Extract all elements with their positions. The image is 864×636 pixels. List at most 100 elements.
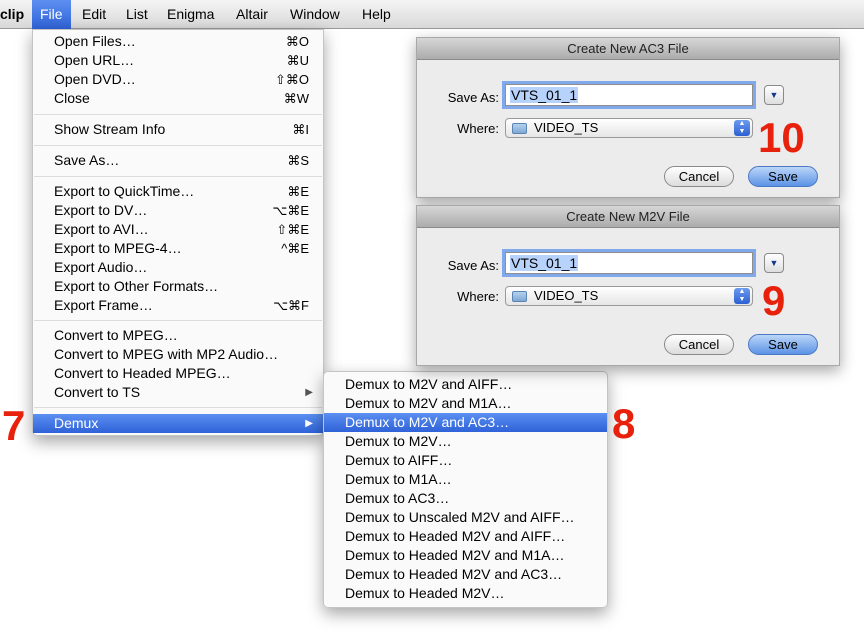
menu-item-label: Demux to M2V and AC3…	[345, 414, 510, 430]
menu-item-label: Demux to M2V and M1A…	[345, 395, 512, 411]
popup-arrows-icon: ▲ ▼	[734, 120, 750, 136]
menu-window[interactable]: Window	[282, 0, 348, 29]
popup-arrows-icon: ▲ ▼	[734, 288, 750, 304]
shortcut-label: ⌘S	[287, 153, 309, 168]
save-as-label: Save As:	[447, 258, 499, 273]
menu-item-export-frame[interactable]: Export Frame… ⌥⌘F	[33, 296, 323, 315]
menu-item-convert-mpeg[interactable]: Convert to MPEG…	[33, 326, 323, 345]
expand-disclosure-button[interactable]: ▼	[764, 85, 784, 105]
menu-item-label: Demux to M2V…	[345, 433, 452, 449]
where-label: Where:	[457, 121, 499, 136]
submenu-item-headed-m2v[interactable]: Demux to Headed M2V…	[324, 584, 607, 603]
shortcut-label: ⌘W	[283, 91, 309, 106]
menu-item-label: Open URL…	[54, 52, 135, 68]
save-as-field[interactable]: VTS_01_1	[505, 84, 753, 106]
submenu-item-m2v-m1a[interactable]: Demux to M2V and M1A…	[324, 394, 607, 413]
menu-item-label: Convert to Headed MPEG…	[54, 365, 231, 381]
submenu-item-headed-m2v-m1a[interactable]: Demux to Headed M2V and M1A…	[324, 546, 607, 565]
menu-item-label: Convert to MPEG…	[54, 327, 178, 343]
menu-item-open-url[interactable]: Open URL… ⌘U	[33, 51, 323, 70]
menu-item-open-dvd[interactable]: Open DVD… ⇧⌘O	[33, 70, 323, 89]
save-as-value: VTS_01_1	[510, 87, 579, 103]
submenu-item-headed-m2v-aiff[interactable]: Demux to Headed M2V and AIFF…	[324, 527, 607, 546]
dialog-title: Create New M2V File	[417, 206, 839, 228]
menu-item-label: Demux to M1A…	[345, 471, 452, 487]
shortcut-label: ^⌘E	[281, 241, 309, 256]
shortcut-label: ⇧⌘O	[274, 72, 309, 87]
demux-submenu: Demux to M2V and AIFF… Demux to M2V and …	[323, 371, 608, 608]
where-popup[interactable]: VIDEO_TS ▲ ▼	[505, 118, 753, 138]
shortcut-label: ⌘E	[287, 184, 309, 199]
menu-item-label: Open Files…	[54, 33, 136, 49]
menu-item-export-dv[interactable]: Export to DV… ⌥⌘E	[33, 201, 323, 220]
submenu-item-ac3[interactable]: Demux to AC3…	[324, 489, 607, 508]
menu-item-export-other[interactable]: Export to Other Formats…	[33, 277, 323, 296]
menu-item-label: Export to AVI…	[54, 221, 149, 237]
menu-item-label: Convert to MPEG with MP2 Audio…	[54, 346, 279, 362]
step-number-10: 10	[758, 114, 805, 161]
expand-disclosure-button[interactable]: ▼	[764, 253, 784, 273]
menu-altair[interactable]: Altair	[228, 0, 276, 29]
submenu-item-m2v-aiff[interactable]: Demux to M2V and AIFF…	[324, 375, 607, 394]
step-number-7: 7	[2, 402, 26, 449]
submenu-item-headed-m2v-ac3[interactable]: Demux to Headed M2V and AC3…	[324, 565, 607, 584]
cancel-button[interactable]: Cancel	[664, 334, 734, 355]
submenu-item-m2v-ac3[interactable]: Demux to M2V and AC3…	[324, 413, 607, 432]
submenu-arrow-icon: ▶	[305, 387, 313, 398]
save-as-label: Save As:	[447, 90, 499, 105]
shortcut-label: ⌥⌘F	[273, 298, 309, 313]
menu-item-close[interactable]: Close ⌘W	[33, 89, 323, 108]
submenu-item-unscaled-m2v-aiff[interactable]: Demux to Unscaled M2V and AIFF…	[324, 508, 607, 527]
menu-enigma[interactable]: Enigma	[159, 0, 222, 29]
file-menu: Open Files… ⌘O Open URL… ⌘U Open DVD… ⇧⌘O C…	[32, 29, 324, 436]
dialog-title: Create New AC3 File	[417, 38, 839, 60]
menu-item-demux[interactable]: Demux ▶	[33, 414, 323, 433]
menu-separator	[34, 145, 322, 146]
save-as-field[interactable]: VTS_01_1	[505, 252, 753, 274]
where-popup[interactable]: VIDEO_TS ▲ ▼	[505, 286, 753, 306]
where-value: VIDEO_TS	[534, 120, 599, 135]
shortcut-label: ⇧⌘E	[276, 222, 309, 237]
menu-item-label: Export Audio…	[54, 259, 148, 275]
menu-item-label: Demux to Headed M2V…	[345, 585, 505, 601]
menu-item-save-as[interactable]: Save As… ⌘S	[33, 151, 323, 170]
cancel-button[interactable]: Cancel	[664, 166, 734, 187]
menu-item-export-quicktime[interactable]: Export to QuickTime… ⌘E	[33, 182, 323, 201]
menu-item-export-audio[interactable]: Export Audio…	[33, 258, 323, 277]
menu-item-export-mpeg4[interactable]: Export to MPEG-4… ^⌘E	[33, 239, 323, 258]
menu-bar: clip File Edit List Enigma Altair Window…	[0, 0, 864, 29]
menu-item-convert-headed-mpeg[interactable]: Convert to Headed MPEG…	[33, 364, 323, 383]
menu-item-convert-mpeg-mp2[interactable]: Convert to MPEG with MP2 Audio…	[33, 345, 323, 364]
shortcut-label: ⌥⌘E	[272, 203, 309, 218]
menu-item-label: Demux to AIFF…	[345, 452, 453, 468]
menu-item-open-files[interactable]: Open Files… ⌘O	[33, 32, 323, 51]
save-button[interactable]: Save	[748, 334, 818, 355]
where-label: Where:	[457, 289, 499, 304]
menu-item-convert-ts[interactable]: Convert to TS ▶	[33, 383, 323, 402]
menu-help[interactable]: Help	[354, 0, 399, 29]
menu-file[interactable]: File	[32, 0, 71, 29]
submenu-item-aiff[interactable]: Demux to AIFF…	[324, 451, 607, 470]
menu-item-label: Open DVD…	[54, 71, 136, 87]
menu-item-show-stream-info[interactable]: Show Stream Info ⌘I	[33, 120, 323, 139]
folder-icon	[512, 123, 527, 134]
submenu-item-m2v[interactable]: Demux to M2V…	[324, 432, 607, 451]
menu-app-name[interactable]: clip	[0, 0, 32, 29]
shortcut-label: ⌘I	[292, 122, 309, 137]
folder-icon	[512, 291, 527, 302]
menu-item-label: Demux to Headed M2V and AIFF…	[345, 528, 566, 544]
menu-list[interactable]: List	[118, 0, 156, 29]
menu-item-label: Export Frame…	[54, 297, 153, 313]
menu-item-label: Close	[54, 90, 90, 106]
step-number-9: 9	[762, 277, 786, 324]
submenu-item-m1a[interactable]: Demux to M1A…	[324, 470, 607, 489]
shortcut-label: ⌘U	[286, 53, 309, 68]
save-button[interactable]: Save	[748, 166, 818, 187]
where-value: VIDEO_TS	[534, 288, 599, 303]
submenu-arrow-icon: ▶	[305, 418, 313, 429]
menu-item-label: Export to Other Formats…	[54, 278, 219, 294]
menu-item-label: Demux to M2V and AIFF…	[345, 376, 513, 392]
menu-item-export-avi[interactable]: Export to AVI… ⇧⌘E	[33, 220, 323, 239]
menu-item-label: Export to QuickTime…	[54, 183, 195, 199]
menu-edit[interactable]: Edit	[74, 0, 114, 29]
